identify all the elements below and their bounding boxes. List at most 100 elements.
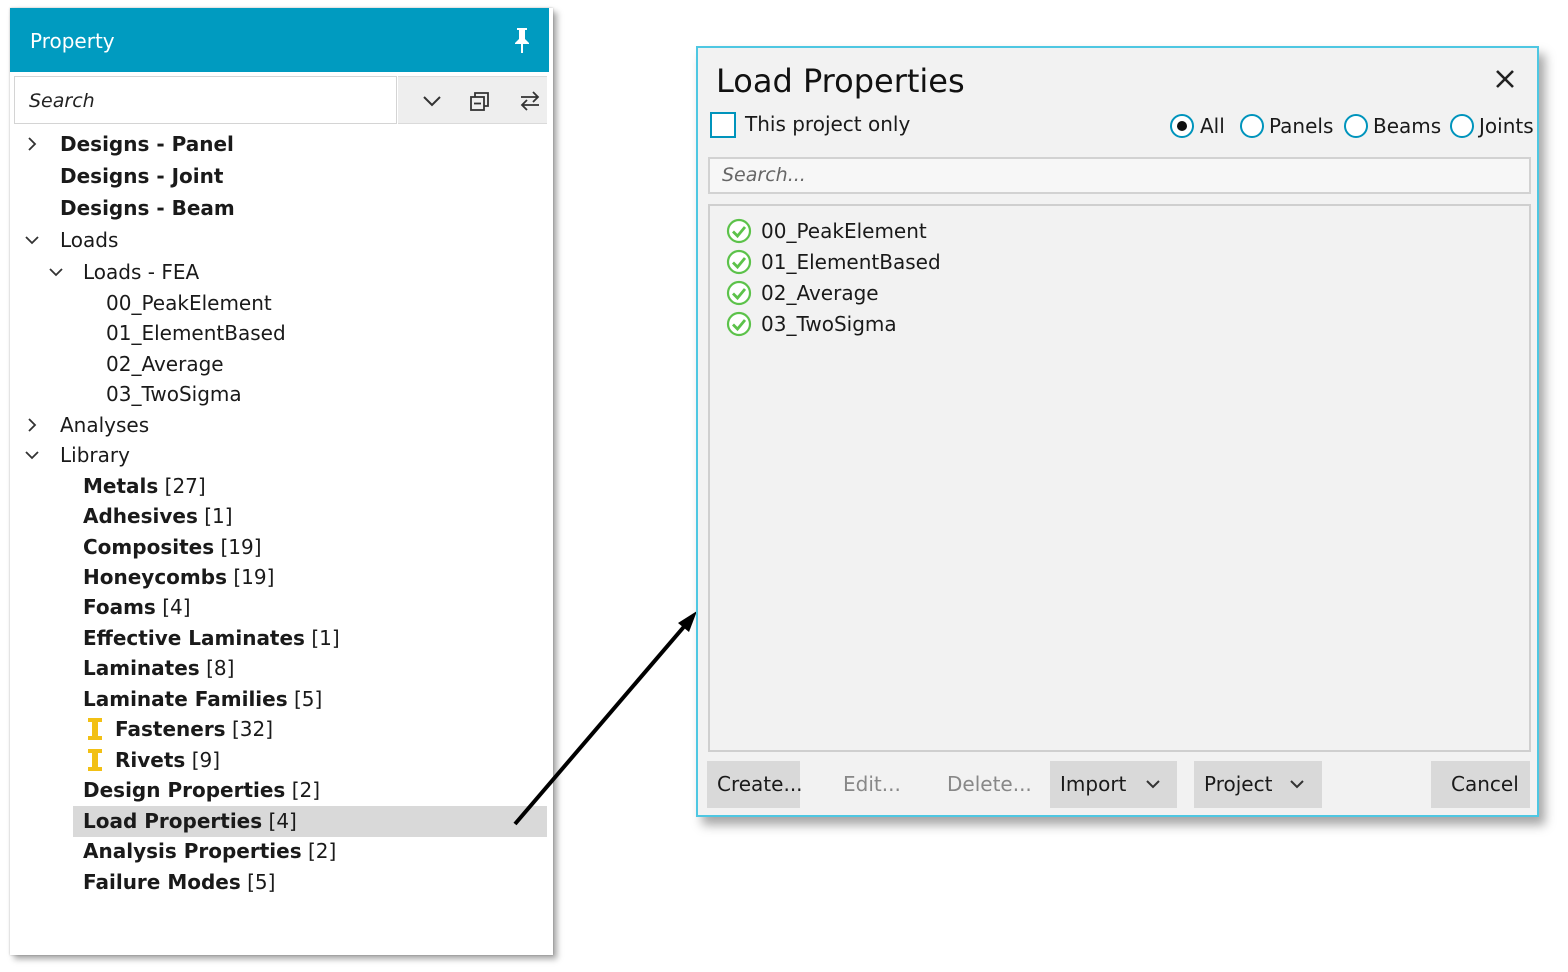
library-item-name: Failure Modes bbox=[83, 870, 241, 894]
library-item-composites[interactable]: Composites [19] bbox=[10, 532, 547, 562]
tree-label: 00_PeakElement bbox=[106, 291, 272, 315]
library-item-foams[interactable]: Foams [4] bbox=[10, 592, 547, 622]
library-item-design-properties[interactable]: Design Properties [2] bbox=[10, 775, 547, 805]
tree-label: Designs - Beam bbox=[60, 196, 235, 220]
filter-radio-beams[interactable] bbox=[1344, 114, 1368, 138]
filter-label-beams: Beams bbox=[1373, 114, 1442, 138]
chevron-down-icon[interactable] bbox=[420, 89, 444, 113]
check-circle-icon bbox=[726, 311, 752, 337]
cancel-button[interactable]: Cancel bbox=[1431, 761, 1530, 808]
library-item-adhesives[interactable]: Adhesives [1] bbox=[10, 501, 547, 531]
tree-leaf-load[interactable]: 01_ElementBased bbox=[10, 318, 547, 348]
library-item-name: Effective Laminates bbox=[83, 626, 305, 650]
library-item-rivets[interactable]: Rivets [9] bbox=[10, 745, 547, 775]
library-item-laminate-families[interactable]: Laminate Families [5] bbox=[10, 684, 547, 714]
project-dropdown-button[interactable]: Project bbox=[1194, 761, 1322, 808]
tree-label: Library bbox=[60, 443, 130, 467]
library-item-name: Laminate Families bbox=[83, 687, 288, 711]
pin-icon[interactable] bbox=[510, 26, 534, 54]
library-item-count: [8] bbox=[206, 656, 235, 680]
tree-node-library[interactable]: Library bbox=[10, 440, 547, 470]
chevron-down-icon[interactable] bbox=[24, 447, 40, 463]
delete-button[interactable]: Delete... bbox=[935, 761, 1035, 808]
collapse-all-icon[interactable] bbox=[468, 89, 492, 113]
tree-label: Designs - Joint bbox=[60, 164, 224, 188]
library-item-name: Analysis Properties bbox=[83, 839, 302, 863]
property-panel-header: Property bbox=[10, 8, 549, 72]
library-item-count: [19] bbox=[233, 565, 275, 589]
tree-leaf-load[interactable]: 03_TwoSigma bbox=[10, 379, 547, 409]
library-item-name: Honeycombs bbox=[83, 565, 227, 589]
tree-label: Loads - FEA bbox=[83, 260, 200, 284]
library-item-name: Laminates bbox=[83, 656, 200, 680]
import-button-label: Import bbox=[1060, 772, 1127, 796]
close-icon[interactable] bbox=[1494, 68, 1516, 90]
library-item-count: [27] bbox=[164, 474, 206, 498]
library-item-count: [2] bbox=[307, 839, 337, 863]
cancel-button-label: Cancel bbox=[1451, 772, 1519, 796]
tree-node-loads-fea[interactable]: Loads - FEA bbox=[10, 257, 547, 287]
library-item-name: Load Properties bbox=[83, 809, 263, 833]
library-item-fasteners[interactable]: Fasteners [32] bbox=[10, 714, 547, 744]
library-item-name: Foams bbox=[83, 595, 156, 619]
tree-node-loads[interactable]: Loads bbox=[10, 225, 547, 255]
filter-radio-joints[interactable] bbox=[1450, 114, 1474, 138]
library-item-name: Fasteners bbox=[115, 717, 226, 741]
chevron-right-icon[interactable] bbox=[24, 417, 40, 433]
tree-label: 03_TwoSigma bbox=[106, 382, 242, 406]
list-item-label: 03_TwoSigma bbox=[761, 312, 897, 336]
filter-radio-all[interactable] bbox=[1170, 114, 1194, 138]
library-item-count: [5] bbox=[247, 870, 276, 894]
library-item-load-properties[interactable]: Load Properties [4] bbox=[10, 806, 547, 837]
import-dropdown-button[interactable]: Import bbox=[1050, 761, 1177, 808]
library-item-honeycombs[interactable]: Honeycombs [19] bbox=[10, 562, 547, 592]
tree-label: 01_ElementBased bbox=[106, 321, 286, 345]
library-item-name: Rivets bbox=[115, 748, 186, 772]
tree-label: Designs - Panel bbox=[60, 132, 234, 156]
filter-radio-panels[interactable] bbox=[1240, 114, 1264, 138]
list-item-label: 01_ElementBased bbox=[761, 250, 941, 274]
check-circle-icon bbox=[726, 280, 752, 306]
library-item-laminates[interactable]: Laminates [8] bbox=[10, 653, 547, 683]
radio-dot bbox=[1177, 121, 1187, 131]
tree-node-analyses[interactable]: Analyses bbox=[10, 410, 547, 440]
library-item-effective-laminates[interactable]: Effective Laminates [1] bbox=[10, 623, 547, 653]
tree-node-designs-panel[interactable]: Designs - Panel bbox=[10, 129, 547, 159]
library-item-count: [1] bbox=[311, 626, 340, 650]
library-item-count: [5] bbox=[293, 687, 323, 711]
library-item-count: [4] bbox=[162, 595, 191, 619]
tree-node-designs-joint[interactable]: Designs - Joint bbox=[10, 161, 547, 191]
check-circle-icon bbox=[726, 249, 752, 275]
panel-toolbar bbox=[398, 76, 547, 124]
edit-button[interactable]: Edit... bbox=[831, 761, 911, 808]
library-item-count: [2] bbox=[291, 778, 321, 802]
project-only-checkbox[interactable] bbox=[710, 112, 736, 138]
library-item-count: [1] bbox=[204, 504, 233, 528]
library-item-count: [19] bbox=[220, 535, 262, 559]
chevron-down-icon[interactable] bbox=[48, 264, 64, 280]
chevron-down-icon[interactable] bbox=[24, 232, 40, 248]
library-item-name: Composites bbox=[83, 535, 215, 559]
filter-label-panels: Panels bbox=[1269, 114, 1334, 138]
create-button[interactable]: Create... bbox=[707, 761, 803, 808]
library-item-analysis-properties[interactable]: Analysis Properties [2] bbox=[10, 836, 547, 866]
delete-button-label: Delete... bbox=[947, 772, 1032, 796]
filter-label-joints: Joints bbox=[1479, 114, 1534, 138]
dialog-search-input[interactable]: Search... bbox=[708, 157, 1531, 194]
property-panel: Property Search Designs - Panel Designs … bbox=[10, 8, 553, 955]
tree-node-designs-beam[interactable]: Designs - Beam bbox=[10, 193, 547, 223]
library-item-count: [32] bbox=[231, 717, 274, 741]
swap-arrows-icon[interactable] bbox=[518, 89, 542, 113]
create-button-label: Create... bbox=[717, 772, 803, 796]
library-item-metals[interactable]: Metals [27] bbox=[10, 471, 547, 501]
library-item-count: [4] bbox=[268, 809, 297, 833]
library-item-failure-modes[interactable]: Failure Modes [5] bbox=[10, 867, 547, 897]
tree-leaf-load[interactable]: 00_PeakElement bbox=[10, 288, 547, 318]
property-search-input[interactable]: Search bbox=[14, 76, 397, 124]
panel-title: Property bbox=[30, 29, 115, 53]
chevron-down-icon bbox=[1290, 780, 1304, 789]
tree-leaf-load[interactable]: 02_Average bbox=[10, 349, 547, 379]
fastener-icon bbox=[88, 749, 102, 771]
chevron-right-icon[interactable] bbox=[24, 136, 40, 152]
edit-button-label: Edit... bbox=[843, 772, 901, 796]
